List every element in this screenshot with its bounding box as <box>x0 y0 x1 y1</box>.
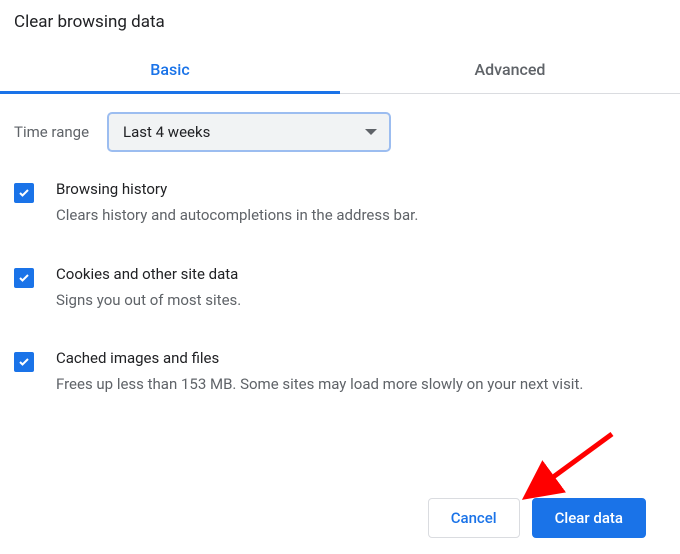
tab-basic[interactable]: Basic <box>0 46 340 93</box>
checkbox-cookies[interactable] <box>14 268 34 288</box>
dialog-title: Clear browsing data <box>0 12 680 46</box>
option-text: Cookies and other site data Signs you ou… <box>56 265 666 312</box>
option-text: Cached images and files Frees up less th… <box>56 349 666 396</box>
option-description: Frees up less than 153 MB. Some sites ma… <box>56 373 666 396</box>
option-title: Cached images and files <box>56 349 666 367</box>
time-range-row: Time range Last 4 weeks <box>14 112 666 152</box>
tab-advanced[interactable]: Advanced <box>340 46 680 93</box>
clear-data-button[interactable]: Clear data <box>532 498 646 538</box>
option-cookies: Cookies and other site data Signs you ou… <box>14 265 666 312</box>
time-range-label: Time range <box>14 123 89 141</box>
option-title: Cookies and other site data <box>56 265 666 283</box>
clear-browsing-dialog: Clear browsing data Basic Advanced Time … <box>0 0 680 396</box>
dialog-buttons: Cancel Clear data <box>428 498 646 538</box>
checkbox-browsing-history[interactable] <box>14 183 34 203</box>
option-title: Browsing history <box>56 180 666 198</box>
chevron-down-icon <box>365 129 377 135</box>
option-description: Clears history and autocompletions in th… <box>56 204 666 227</box>
checkmark-icon <box>18 356 30 368</box>
option-description: Signs you out of most sites. <box>56 289 666 312</box>
checkmark-icon <box>18 187 30 199</box>
time-range-select[interactable]: Last 4 weeks <box>107 112 391 152</box>
annotation-arrow-icon <box>512 428 622 508</box>
option-browsing-history: Browsing history Clears history and auto… <box>14 180 666 227</box>
clear-data-button-label: Clear data <box>555 509 623 527</box>
tabs-bar: Basic Advanced <box>0 46 680 94</box>
option-cache: Cached images and files Frees up less th… <box>14 349 666 396</box>
checkmark-icon <box>18 272 30 284</box>
cancel-button-label: Cancel <box>451 509 497 527</box>
time-range-value: Last 4 weeks <box>123 123 210 141</box>
option-text: Browsing history Clears history and auto… <box>56 180 666 227</box>
dialog-content: Time range Last 4 weeks Browsing history… <box>0 94 680 396</box>
tab-basic-label: Basic <box>150 60 189 79</box>
checkbox-cache[interactable] <box>14 352 34 372</box>
cancel-button[interactable]: Cancel <box>428 498 520 538</box>
tab-advanced-label: Advanced <box>475 60 546 79</box>
